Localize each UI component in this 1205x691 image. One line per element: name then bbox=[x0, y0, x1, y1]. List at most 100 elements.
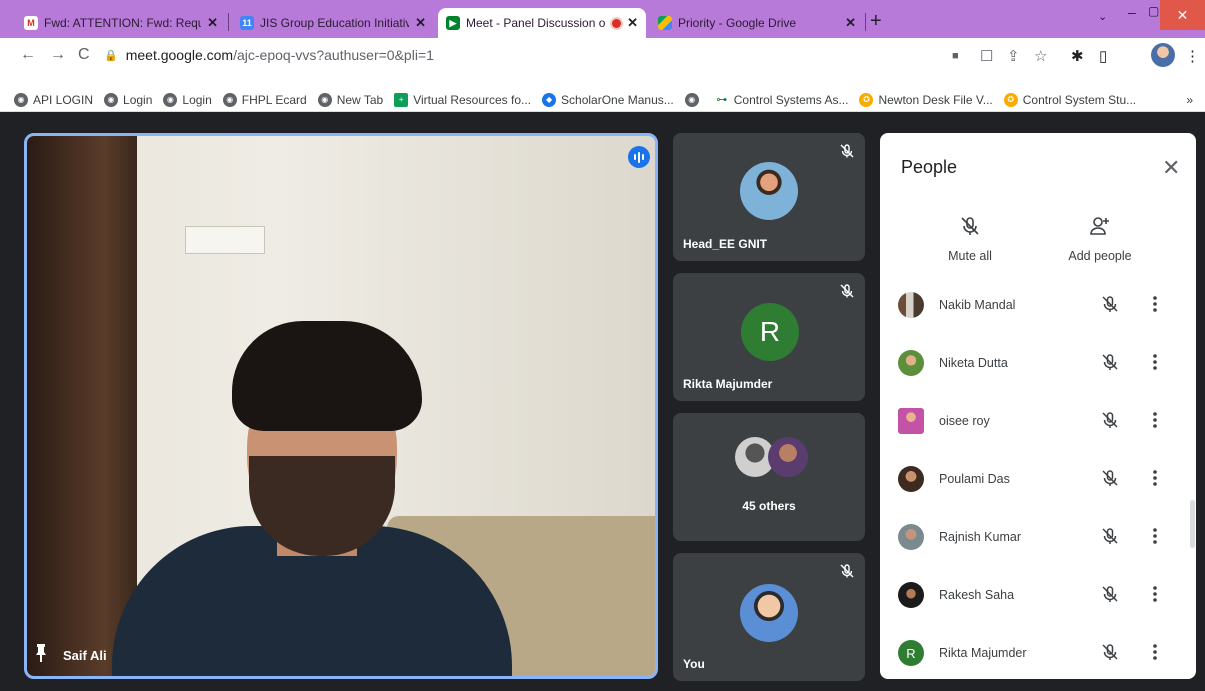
tab-meet[interactable]: ▶ Meet - Panel Discussion on ✕ bbox=[438, 8, 646, 38]
close-tab-icon[interactable]: ✕ bbox=[845, 15, 856, 31]
bookmark-item[interactable]: ◆ ScholarOne Manus... bbox=[542, 92, 674, 107]
participant-row[interactable]: R Rikta Majumder bbox=[880, 633, 1196, 679]
participant-name: You bbox=[683, 657, 705, 671]
emblem-icon: ✪ bbox=[859, 92, 874, 107]
self-avatar bbox=[740, 584, 798, 642]
participant-avatar bbox=[898, 582, 924, 608]
mic-off-icon[interactable] bbox=[1100, 352, 1120, 372]
close-icon[interactable]: ✕ bbox=[1162, 155, 1180, 181]
open-in-app-icon[interactable]: ☐ bbox=[980, 47, 993, 65]
mic-off-icon bbox=[840, 564, 854, 578]
mute-all-button[interactable]: Mute all bbox=[920, 215, 1020, 263]
side-panel-icon[interactable]: ▯ bbox=[1099, 47, 1107, 65]
mic-off-icon[interactable] bbox=[1100, 526, 1120, 546]
participant-row[interactable]: Nakib Mandal bbox=[880, 285, 1196, 343]
video-door bbox=[27, 136, 137, 676]
bookmark-item[interactable]: ✪ Newton Desk File V... bbox=[859, 92, 993, 107]
bookmark-item[interactable]: ◉ bbox=[684, 92, 704, 107]
recording-icon bbox=[612, 18, 622, 28]
participant-avatar bbox=[740, 162, 798, 220]
mic-off-icon bbox=[961, 217, 979, 235]
tab-jis[interactable]: 11 JIS Group Education Initiatives - ✕ bbox=[232, 8, 434, 38]
main-speaker-tile[interactable]: Saif Ali bbox=[24, 133, 658, 679]
share-icon[interactable]: ⇪ bbox=[1007, 47, 1020, 65]
bookmark-item[interactable]: ◉ New Tab bbox=[317, 92, 383, 107]
participant-avatar bbox=[898, 466, 924, 492]
globe-icon: ◉ bbox=[222, 92, 237, 107]
scholarone-icon: ◆ bbox=[542, 92, 557, 107]
gmail-icon: M bbox=[24, 16, 38, 30]
bookmarks-overflow-button[interactable]: » bbox=[1186, 93, 1193, 107]
mic-off-icon[interactable] bbox=[1100, 410, 1120, 430]
more-options-icon[interactable] bbox=[1152, 526, 1158, 546]
participant-row[interactable]: oisee roy bbox=[880, 401, 1196, 459]
bookmark-item[interactable]: ◉ Login bbox=[104, 92, 152, 107]
mute-all-label: Mute all bbox=[948, 249, 992, 263]
participant-row[interactable]: Poulami Das bbox=[880, 459, 1196, 517]
close-tab-icon[interactable]: ✕ bbox=[207, 15, 218, 31]
pin-icon[interactable] bbox=[35, 644, 47, 662]
bookmarks-bar: ◉ API LOGIN ◉ Login ◉ Login ◉ FHPL Ecard ◉ Ne… bbox=[0, 88, 1205, 112]
camera-icon[interactable]: ■ bbox=[952, 50, 959, 62]
bookmark-item[interactable]: ⊶ Control Systems As... bbox=[715, 93, 848, 107]
url-path: /ajc-epoq-vvs?authuser=0&pli=1 bbox=[233, 47, 434, 63]
participant-tile-rikta[interactable]: R Rikta Majumder bbox=[673, 273, 865, 401]
more-options-icon[interactable] bbox=[1152, 352, 1158, 372]
tab-title: JIS Group Education Initiatives - bbox=[260, 16, 410, 30]
add-person-icon bbox=[1090, 217, 1109, 235]
video-switchboard bbox=[185, 226, 265, 254]
more-options-icon[interactable] bbox=[1152, 468, 1158, 488]
mic-off-icon[interactable] bbox=[1100, 584, 1120, 604]
tab-separator bbox=[228, 13, 229, 31]
more-options-icon[interactable] bbox=[1152, 294, 1158, 314]
participant-row[interactable]: Rakesh Saha bbox=[880, 575, 1196, 633]
add-people-button[interactable]: Add people bbox=[1050, 215, 1150, 263]
mic-off-icon[interactable] bbox=[1100, 642, 1120, 662]
reload-icon[interactable]: C bbox=[78, 46, 90, 64]
calendar-icon: 11 bbox=[240, 16, 254, 30]
more-options-icon[interactable] bbox=[1152, 642, 1158, 662]
tab-title: Priority - Google Drive bbox=[678, 16, 797, 30]
tab-strip: M Fwd: ATTENTION: Fwd: Required ✕ 11 JIS… bbox=[0, 0, 1205, 38]
close-tab-icon[interactable]: ✕ bbox=[415, 15, 426, 31]
participant-initial-avatar: R bbox=[898, 640, 924, 666]
tab-drive[interactable]: Priority - Google Drive ✕ bbox=[650, 8, 864, 38]
close-tab-icon[interactable]: ✕ bbox=[627, 15, 638, 31]
bookmark-star-icon[interactable]: ☆ bbox=[1034, 47, 1047, 65]
address-bar[interactable]: 🔒 meet.google.com/ajc-epoq-vvs?authuser=… bbox=[104, 43, 1004, 67]
others-tile[interactable]: 45 others bbox=[673, 413, 865, 541]
self-tile[interactable]: You bbox=[673, 553, 865, 681]
bookmark-label: Virtual Resources fo... bbox=[413, 92, 532, 107]
back-icon[interactable]: ← bbox=[20, 46, 36, 64]
globe-icon: ◉ bbox=[163, 92, 178, 107]
mic-off-icon[interactable] bbox=[1100, 468, 1120, 488]
tab-gmail[interactable]: M Fwd: ATTENTION: Fwd: Required ✕ bbox=[16, 8, 226, 38]
maximize-button[interactable]: ▢ bbox=[1148, 4, 1159, 18]
browser-menu-icon[interactable]: ⋮ bbox=[1185, 47, 1200, 65]
new-tab-button[interactable]: + bbox=[870, 10, 882, 33]
minimize-button[interactable]: – bbox=[1128, 4, 1136, 20]
bookmark-item[interactable]: ✪ Control System Stu... bbox=[1003, 92, 1136, 107]
bookmark-label: API LOGIN bbox=[33, 92, 94, 107]
tab-search-icon[interactable]: ⌄ bbox=[1098, 10, 1107, 23]
profile-avatar[interactable] bbox=[1151, 43, 1175, 67]
bookmark-item[interactable]: ◉ FHPL Ecard bbox=[222, 92, 307, 107]
extensions-icon[interactable]: ✱ bbox=[1071, 47, 1084, 65]
bookmark-item[interactable]: ◉ API LOGIN bbox=[14, 92, 94, 107]
bookmark-label: ScholarOne Manus... bbox=[561, 92, 674, 107]
mic-off-icon[interactable] bbox=[1100, 294, 1120, 314]
people-list-scrollbar[interactable] bbox=[1190, 500, 1195, 548]
participant-name: Rajnish Kumar bbox=[939, 530, 1021, 544]
participant-row[interactable]: Rajnish Kumar bbox=[880, 517, 1196, 575]
participant-avatar bbox=[898, 292, 924, 318]
participant-row[interactable]: Niketa Dutta bbox=[880, 343, 1196, 401]
lock-icon[interactable]: 🔒 bbox=[104, 49, 118, 62]
bookmark-item[interactable]: + Virtual Resources fo... bbox=[394, 92, 532, 107]
forward-icon[interactable]: → bbox=[50, 46, 66, 64]
more-options-icon[interactable] bbox=[1152, 410, 1158, 430]
participant-tile-head-ee[interactable]: Head_EE GNIT bbox=[673, 133, 865, 261]
close-window-button[interactable]: ✕ bbox=[1160, 0, 1205, 30]
more-options-icon[interactable] bbox=[1152, 584, 1158, 604]
bookmark-item[interactable]: ◉ Login bbox=[163, 92, 212, 107]
globe-icon: ◉ bbox=[684, 92, 699, 107]
